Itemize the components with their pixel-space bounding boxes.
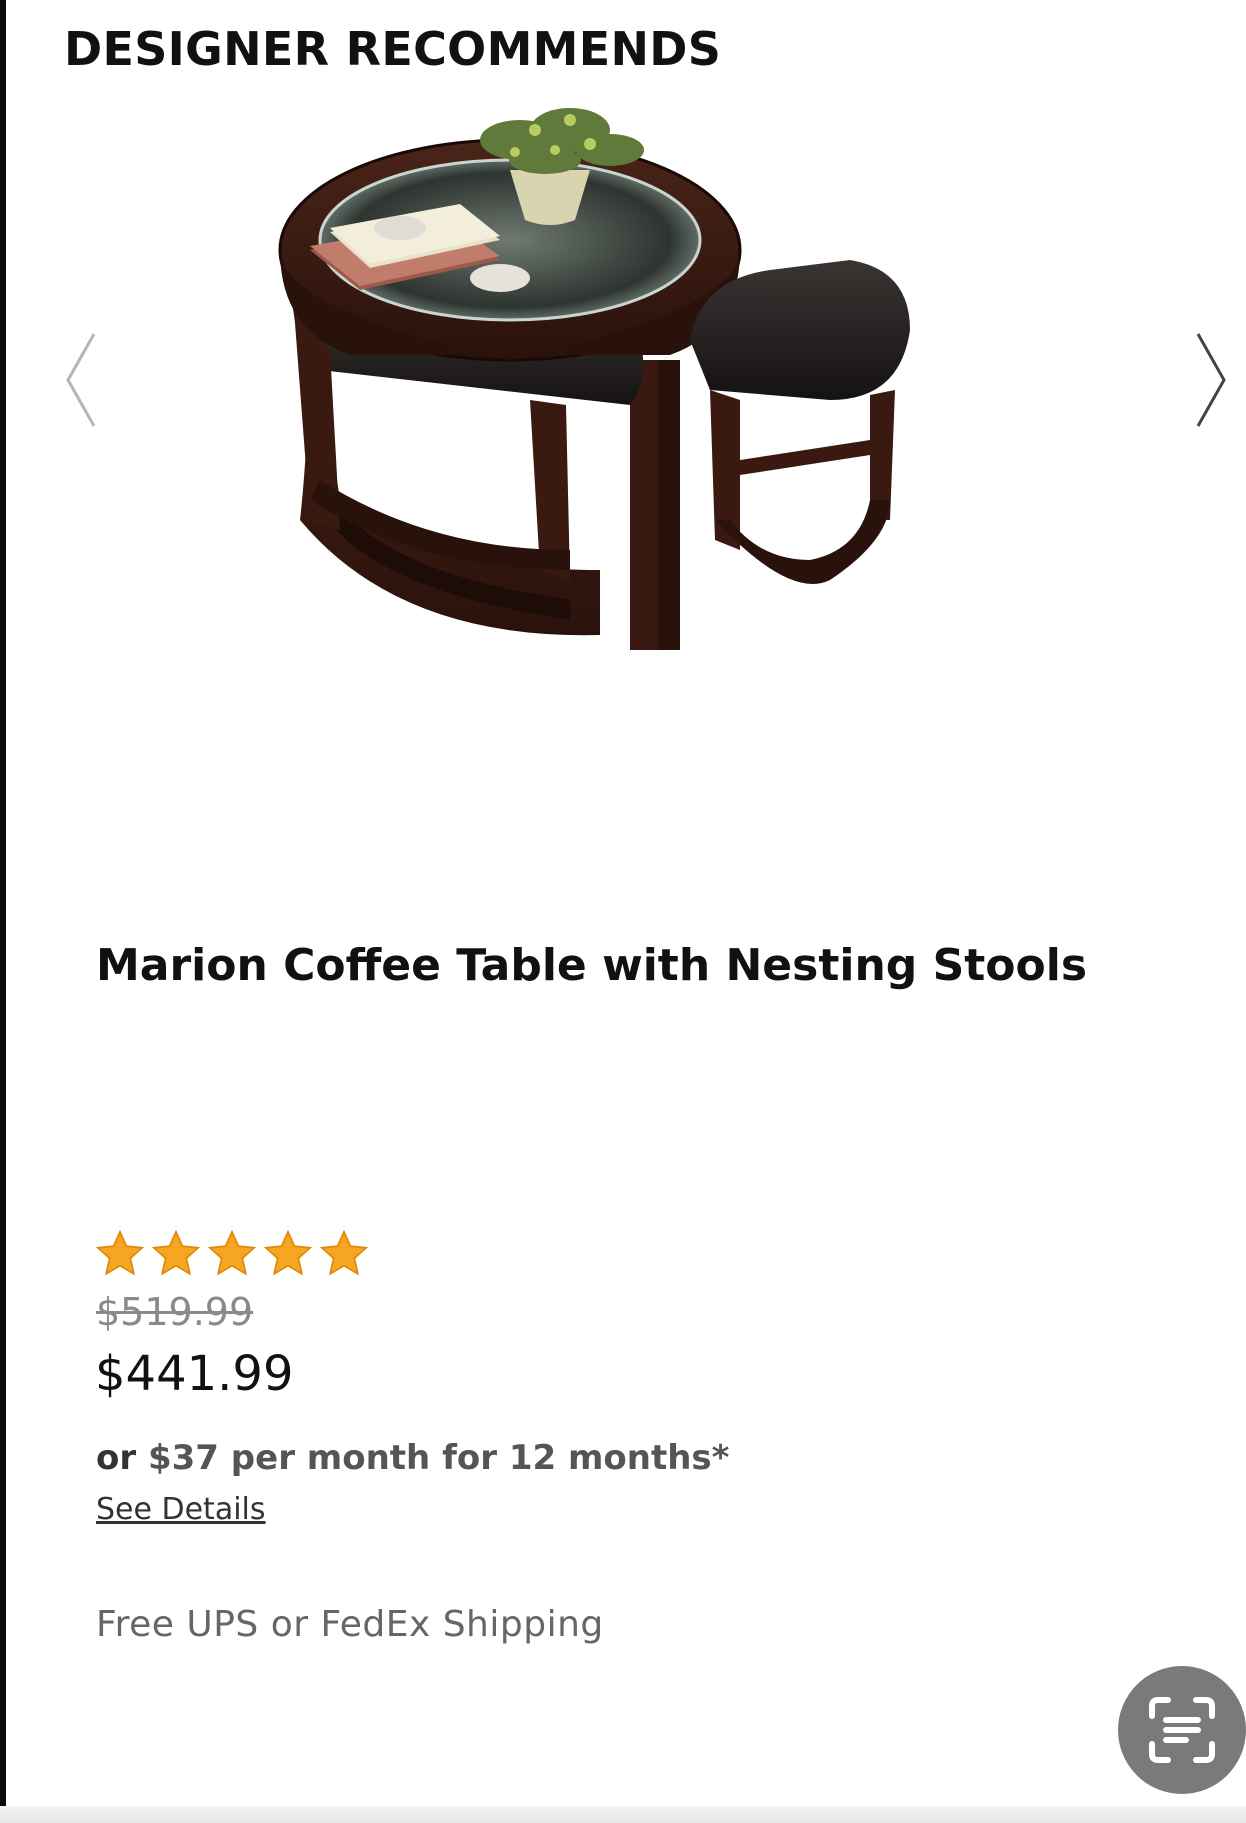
financing-prefix: or <box>96 1438 137 1478</box>
section-title: DESIGNER RECOMMENDS <box>64 22 722 76</box>
coffee-table-with-stools-image <box>278 108 910 650</box>
star-icon <box>207 1229 257 1276</box>
financing-offer: or $37 per month for 12 months* <box>96 1438 729 1478</box>
text-scan-button[interactable] <box>1118 1666 1246 1794</box>
see-details-link[interactable]: See Details <box>96 1492 266 1527</box>
star-icon <box>95 1229 145 1276</box>
chevron-left-icon <box>66 333 96 427</box>
star-icon <box>263 1229 313 1276</box>
star-icon <box>151 1229 201 1276</box>
chevron-right-icon <box>1196 333 1226 427</box>
carousel-next-button[interactable] <box>1190 330 1230 430</box>
carousel-prev-button[interactable] <box>62 330 102 430</box>
product-image[interactable] <box>270 100 1030 680</box>
shipping-info: Free UPS or FedEx Shipping <box>96 1604 604 1645</box>
star-icon <box>319 1229 369 1276</box>
star-rating <box>94 1228 370 1280</box>
left-edge-border <box>0 0 6 1823</box>
sale-price: $441.99 <box>95 1346 294 1402</box>
financing-text: $37 per month for 12 months* <box>147 1438 730 1478</box>
product-name[interactable]: Marion Coffee Table with Nesting Stools <box>96 940 1087 991</box>
bottom-bar <box>0 1806 1246 1823</box>
original-price: $519.99 <box>96 1290 254 1334</box>
text-scan-icon <box>1149 1697 1215 1763</box>
